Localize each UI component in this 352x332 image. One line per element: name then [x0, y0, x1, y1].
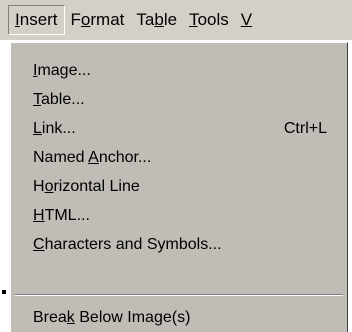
menu-item-shortcut: Ctrl+L: [283, 120, 327, 137]
menu-view[interactable]: V: [235, 6, 258, 34]
menu-item-characters-and-symbols[interactable]: Characters and Symbols...: [33, 231, 337, 259]
menu-label-part: ools: [197, 10, 229, 29]
menu-item-label: Table...: [33, 91, 85, 108]
menu-item-label: HTML...: [33, 207, 90, 224]
menu-item-label: Link...: [33, 120, 76, 137]
menu-item-break-below-images[interactable]: Break Below Image(s): [33, 304, 337, 332]
menu-item-label: Characters and Symbols...: [33, 236, 222, 253]
menu-item-label: Horizontal Line: [33, 178, 140, 195]
menu-label-part: rmat: [90, 10, 125, 29]
menu-item-image[interactable]: Image...: [33, 57, 337, 85]
menu-item-table[interactable]: Table...: [33, 86, 337, 114]
menu-mnemonic: T: [189, 10, 198, 29]
insert-menu-dropdown: Image... Table... Link... Ctrl+L Named A…: [10, 42, 348, 332]
document-edge-dot: [2, 290, 6, 294]
menu-tools[interactable]: Tools: [183, 6, 235, 34]
menu-item-label: Break Below Image(s): [33, 309, 191, 326]
menu-item-label: Named Anchor...: [33, 149, 152, 166]
menu-label-part: F: [70, 10, 81, 29]
menu-item-html[interactable]: HTML...: [33, 202, 337, 230]
menu-insert[interactable]: Insert: [8, 5, 65, 35]
menu-mnemonic: b: [154, 10, 164, 29]
menu-mnemonic: o: [80, 10, 91, 29]
menu-item-link[interactable]: Link... Ctrl+L: [33, 115, 337, 143]
menu-item-named-anchor[interactable]: Named Anchor...: [33, 144, 337, 172]
menu-bar: Insert Format Table Tools V: [0, 0, 352, 40]
menu-item-horizontal-line[interactable]: Horizontal Line: [33, 173, 337, 201]
menu-format[interactable]: Format: [65, 6, 131, 34]
menu-label-part: Ta: [136, 10, 155, 29]
menu-item-label: Image...: [33, 62, 91, 79]
menu-mnemonic: V: [240, 10, 253, 29]
menu-label-part: le: [163, 10, 178, 29]
menu-table[interactable]: Table: [130, 6, 183, 34]
menu-separator: [15, 294, 343, 296]
menu-label-part: nsert: [19, 10, 58, 29]
